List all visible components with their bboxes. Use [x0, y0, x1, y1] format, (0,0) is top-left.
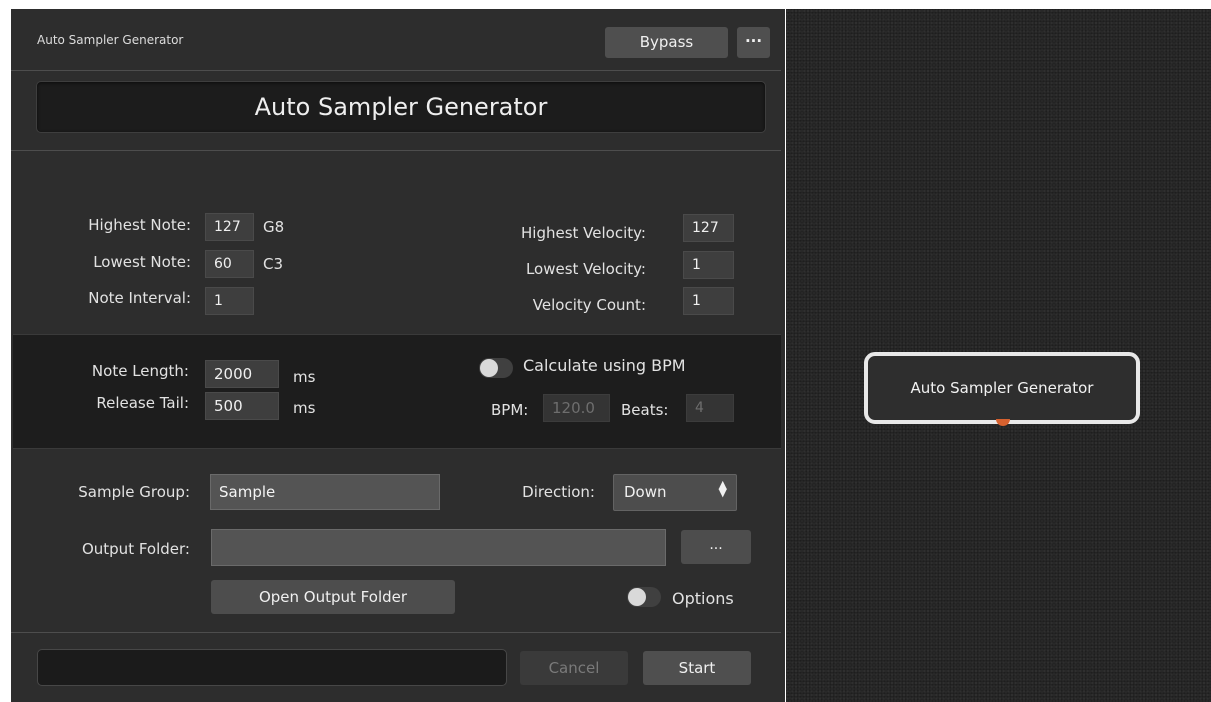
beats-field[interactable]: 4	[686, 394, 734, 422]
release-tail-unit: ms	[293, 399, 316, 417]
window-title: Auto Sampler Generator	[37, 33, 184, 47]
plugin-header-title: Auto Sampler Generator	[36, 81, 766, 133]
progress-bar	[37, 649, 507, 686]
graph-node-auto-sampler[interactable]: Auto Sampler Generator	[864, 352, 1140, 424]
direction-label: Direction:	[522, 483, 595, 501]
lowest-velocity-field[interactable]: 1	[683, 251, 734, 279]
more-options-button[interactable]: ···	[737, 27, 770, 58]
footer-divider	[11, 632, 781, 633]
lowest-note-field[interactable]: 60	[205, 250, 254, 278]
highest-velocity-field[interactable]: 127	[683, 214, 734, 242]
cancel-button[interactable]: Cancel	[520, 651, 628, 685]
bpm-toggle[interactable]	[479, 358, 513, 378]
lowest-note-name: C3	[263, 255, 284, 273]
release-tail-field[interactable]: 500	[205, 392, 279, 420]
options-label: Options	[672, 589, 734, 608]
lowest-note-label: Lowest Note:	[93, 253, 191, 271]
note-interval-field[interactable]: 1	[205, 287, 254, 315]
top-divider	[11, 70, 781, 71]
beats-label: Beats:	[621, 401, 669, 419]
velocity-count-field[interactable]: 1	[683, 287, 734, 315]
bpm-field[interactable]: 120.0	[543, 394, 610, 422]
direction-select[interactable]: Down ▲ ▼	[613, 474, 737, 511]
lowest-velocity-label: Lowest Velocity:	[525, 260, 646, 278]
highest-velocity-label: Highest Velocity:	[521, 224, 646, 242]
note-length-field[interactable]: 2000	[205, 360, 279, 388]
sample-group-label: Sample Group:	[78, 483, 190, 501]
output-folder-label: Output Folder:	[81, 540, 190, 558]
note-length-unit: ms	[293, 368, 316, 386]
up-down-chevron-icon: ▲ ▼	[718, 478, 727, 499]
velocity-count-label: Velocity Count:	[532, 296, 646, 314]
browse-folder-button[interactable]: ...	[681, 530, 751, 564]
bypass-button[interactable]: Bypass	[605, 27, 728, 58]
release-tail-label: Release Tail:	[96, 394, 189, 412]
timing-section	[13, 334, 781, 449]
note-length-label: Note Length:	[91, 362, 189, 380]
open-output-folder-button[interactable]: Open Output Folder	[211, 580, 455, 614]
bpm-toggle-label: Calculate using BPM	[523, 356, 686, 375]
direction-select-value: Down	[624, 483, 667, 501]
bpm-label: BPM:	[491, 401, 529, 419]
highest-note-field[interactable]: 127	[205, 213, 254, 241]
start-button[interactable]: Start	[643, 651, 751, 685]
highest-note-name: G8	[263, 218, 285, 236]
note-interval-label: Note Interval:	[88, 289, 191, 307]
options-toggle[interactable]	[627, 587, 661, 607]
output-folder-input[interactable]	[211, 529, 666, 566]
sample-group-input[interactable]: Sample	[210, 474, 440, 510]
header-divider	[11, 150, 781, 151]
options-toggle-knob	[628, 588, 646, 606]
highest-note-label: Highest Note:	[88, 216, 191, 234]
bpm-toggle-knob	[480, 359, 498, 377]
